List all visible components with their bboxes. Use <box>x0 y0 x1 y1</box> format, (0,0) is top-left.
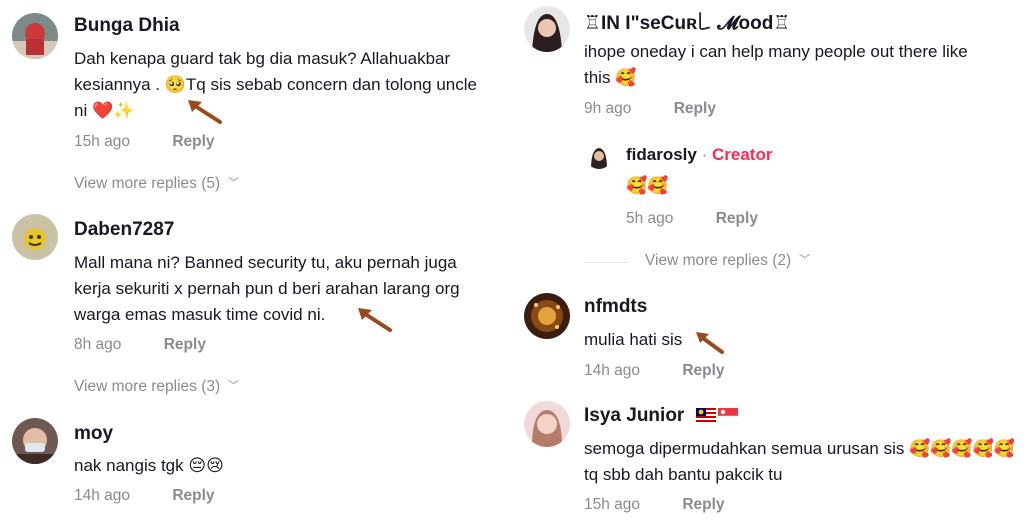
reply-button[interactable]: Reply <box>682 362 724 379</box>
avatar[interactable] <box>524 401 570 447</box>
comment-meta: 14h ago Reply <box>584 362 725 380</box>
avatar-image <box>524 401 570 447</box>
view-more-replies-button[interactable]: View more replies (3) ﹀ <box>74 378 239 396</box>
comment-timestamp: 14h ago <box>74 487 131 504</box>
annotation-arrow-icon <box>188 100 222 124</box>
chevron-down-icon: ﹀ <box>228 177 240 189</box>
comment-meta: 15h ago Reply <box>74 133 215 151</box>
avatar-image <box>12 214 58 260</box>
comment-text-line: warga emas masuk time covid ni. <box>74 305 326 324</box>
comment-username: Isya Junior <box>584 405 738 427</box>
comment-text: 🥰🥰 <box>626 173 668 199</box>
avatar-image <box>524 293 570 339</box>
comment-meta: 5h ago Reply <box>626 210 758 228</box>
comment-text-line: ihope oneday i can help many people out … <box>584 42 968 61</box>
comment-text-line: this 🥰 <box>584 68 637 87</box>
reply-button[interactable]: Reply <box>682 496 724 513</box>
avatar[interactable] <box>524 293 570 339</box>
comment-meta: 8h ago Reply <box>74 336 206 354</box>
comment-text: Mall mana ni? Banned security tu, aku pe… <box>74 250 460 328</box>
comment-username[interactable]: nfmdts <box>584 296 647 318</box>
comment-username[interactable]: Bunga Dhia <box>74 15 180 37</box>
avatar-image <box>12 13 58 59</box>
comment-text-line: kerja sekuriti x pernah pun d beri araha… <box>74 279 460 298</box>
comment-text-line: kesiannya . 🥺Tq sis sebab concern dan to… <box>74 75 477 94</box>
avatar[interactable] <box>12 13 58 59</box>
comment-text-line: Mall mana ni? Banned security tu, aku pe… <box>74 253 457 272</box>
comment-meta: 9h ago Reply <box>584 100 716 118</box>
avatar[interactable] <box>586 143 612 169</box>
comment-username[interactable]: moy <box>74 423 113 445</box>
comment-text: mulia hati sis <box>584 327 682 353</box>
comment-meta: 14h ago Reply <box>74 487 215 505</box>
malaysia-flag-icon <box>695 407 716 424</box>
avatar[interactable] <box>524 6 570 52</box>
comment-timestamp: 15h ago <box>584 496 641 513</box>
comment-text-line: 🥰🥰 <box>626 176 669 195</box>
comment-text: nak nangis tgk 😔😢 <box>74 453 224 479</box>
comment-timestamp: 9h ago <box>584 100 632 117</box>
comment-username[interactable]: ♖IN I"seCuʀ꒒ 𝓜ood♖ <box>584 9 790 35</box>
avatar-image <box>586 143 612 169</box>
separator-dot: · <box>701 145 708 164</box>
flag-icons <box>695 407 738 425</box>
comment-text-line: mulia hati sis <box>584 330 683 349</box>
view-more-replies-button[interactable]: View more replies (5) ﹀ <box>74 175 239 193</box>
comment-text-line: tq sbb dah bantu pakcik tu <box>584 465 783 484</box>
reply-button[interactable]: Reply <box>172 487 214 504</box>
view-more-replies-label: View more replies (2) <box>645 252 792 269</box>
comment-username-text[interactable]: Isya Junior <box>584 405 684 426</box>
comment-timestamp: 15h ago <box>74 133 131 150</box>
comment-text: semoga dipermudahkan semua urusan sis 🥰🥰… <box>584 436 1015 488</box>
avatar-image <box>12 418 58 464</box>
reply-button[interactable]: Reply <box>164 336 206 353</box>
avatar-image <box>524 6 570 52</box>
comment-username[interactable]: Daben7287 <box>74 219 174 241</box>
comment-text-line: semoga dipermudahkan semua urusan sis 🥰🥰… <box>584 439 1015 458</box>
comment-text-line: nak nangis tgk 😔😢 <box>74 456 224 475</box>
comment-timestamp: 5h ago <box>626 210 674 227</box>
comment-text: Dah kenapa guard tak bg dia masuk? Allah… <box>74 46 477 124</box>
reply-button[interactable]: Reply <box>674 100 716 117</box>
comment-meta: 15h ago Reply <box>584 496 725 514</box>
divider <box>584 262 628 263</box>
reply-button[interactable]: Reply <box>172 133 214 150</box>
chevron-down-icon: ﹀ <box>228 380 240 392</box>
comment-text-line: ni ❤️✨ <box>74 101 135 120</box>
view-more-replies-label: View more replies (3) <box>74 378 221 395</box>
comment-timestamp: 8h ago <box>74 336 122 353</box>
comment-timestamp: 14h ago <box>584 362 641 379</box>
reply-button[interactable]: Reply <box>716 210 758 227</box>
chevron-down-icon: ﹀ <box>799 254 811 266</box>
singapore-flag-icon <box>717 407 738 425</box>
comment-username[interactable]: fidarosly <box>626 145 697 164</box>
reply-header: fidarosly · Creator <box>626 145 772 165</box>
comment-text-line: Dah kenapa guard tak bg dia masuk? Allah… <box>74 49 451 68</box>
view-more-replies-label: View more replies (5) <box>74 175 221 192</box>
annotation-arrow-icon <box>696 332 724 354</box>
view-more-replies-button[interactable]: View more replies (2) ﹀ <box>645 252 810 270</box>
avatar[interactable] <box>12 214 58 260</box>
creator-badge: Creator <box>712 145 773 164</box>
annotation-arrow-icon <box>358 308 392 332</box>
avatar[interactable] <box>12 418 58 464</box>
comment-text: ihope oneday i can help many people out … <box>584 39 968 91</box>
